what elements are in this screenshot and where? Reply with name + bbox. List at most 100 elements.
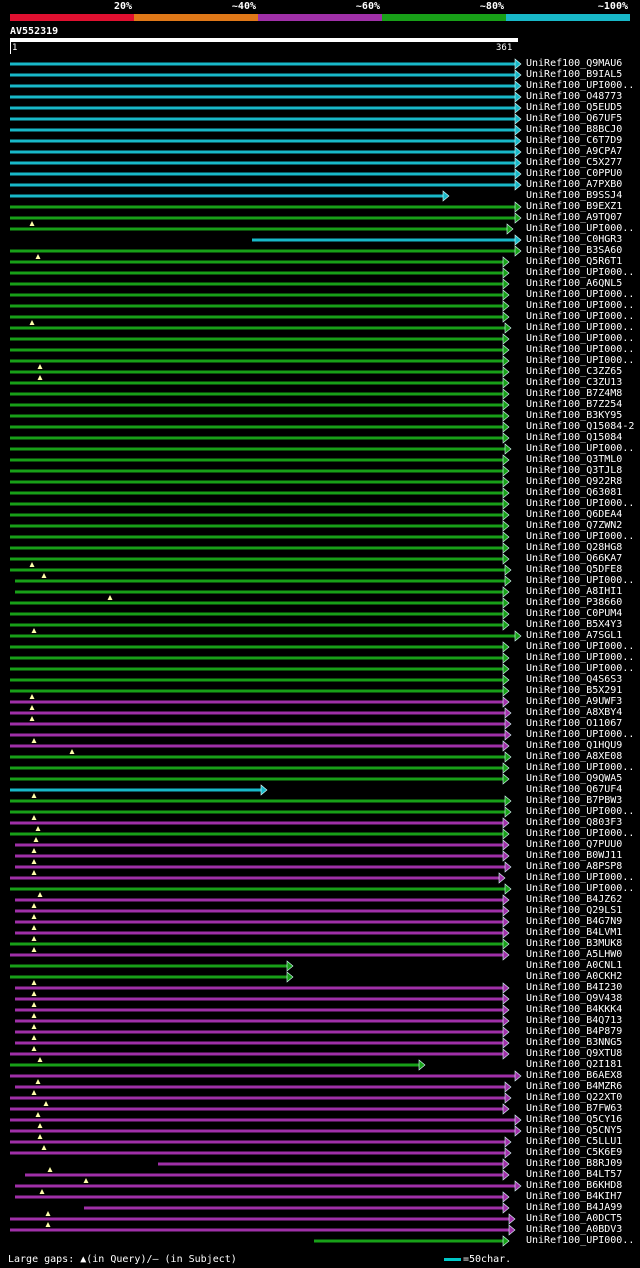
hit-row[interactable] <box>10 333 510 345</box>
hit-row[interactable] <box>10 254 510 268</box>
hit-label[interactable]: UniRef100_B6KHD8 <box>526 1180 622 1191</box>
hit-row[interactable] <box>10 80 522 92</box>
hit-label[interactable]: UniRef100_UPI000.. <box>526 652 634 663</box>
hit-row[interactable] <box>10 179 522 191</box>
hit-row[interactable] <box>10 619 510 631</box>
hit-row[interactable] <box>10 960 294 972</box>
hit-row[interactable] <box>15 573 512 587</box>
hit-row[interactable] <box>10 320 512 334</box>
hit-row[interactable] <box>10 784 268 796</box>
hit-row[interactable] <box>10 113 522 125</box>
hit-label[interactable]: UniRef100_Q803F3 <box>526 817 622 828</box>
hit-label[interactable]: UniRef100_Q22XT0 <box>526 1092 622 1103</box>
hit-row[interactable] <box>10 1211 516 1225</box>
hit-label[interactable]: UniRef100_C6T7D9 <box>526 135 622 146</box>
hit-row[interactable] <box>252 234 522 246</box>
hit-label[interactable]: UniRef100_B4P879 <box>526 1026 622 1037</box>
hit-label[interactable]: UniRef100_A5LHW0 <box>526 949 622 960</box>
hit-row[interactable] <box>10 399 510 411</box>
hit-row[interactable] <box>10 69 522 81</box>
hit-label[interactable]: UniRef100_A8IHI1 <box>526 586 622 597</box>
hit-label[interactable]: UniRef100_UPI000.. <box>526 806 634 817</box>
hit-row[interactable] <box>15 848 510 862</box>
hit-row[interactable] <box>15 903 510 917</box>
hit-label[interactable]: UniRef100_A7PXB0 <box>526 179 622 190</box>
hit-label[interactable]: UniRef100_Q66KA7 <box>526 553 622 564</box>
hit-row[interactable] <box>10 936 510 950</box>
hit-label[interactable]: UniRef100_Q3TJL8 <box>526 465 622 476</box>
hit-row[interactable] <box>10 410 510 422</box>
hit-label[interactable]: UniRef100_UPI000.. <box>526 80 634 91</box>
hit-label[interactable]: UniRef100_B4KIH7 <box>526 1191 622 1202</box>
hit-label[interactable]: UniRef100_B5X4Y3 <box>526 619 622 630</box>
hit-row[interactable] <box>10 826 510 840</box>
hit-row[interactable] <box>15 991 510 1005</box>
hit-label[interactable]: UniRef100_UPI000.. <box>526 355 634 366</box>
hit-row[interactable] <box>10 762 510 774</box>
hit-label[interactable]: UniRef100_Q29LS1 <box>526 905 622 916</box>
hit-label[interactable]: UniRef100_A6QNL5 <box>526 278 622 289</box>
hit-row[interactable] <box>10 674 510 686</box>
hit-row[interactable] <box>10 355 510 367</box>
hit-row[interactable] <box>10 421 510 433</box>
hit-label[interactable]: UniRef100_C3ZU13 <box>526 377 622 388</box>
hit-row[interactable] <box>10 454 510 466</box>
hit-row[interactable] <box>158 1158 510 1170</box>
hit-label[interactable]: UniRef100_UPI000.. <box>526 443 634 454</box>
hit-row[interactable] <box>10 608 510 620</box>
hit-row[interactable] <box>10 883 512 895</box>
hit-label[interactable]: UniRef100_B9EXZ1 <box>526 201 622 212</box>
hit-label[interactable]: UniRef100_Q9V438 <box>526 993 622 1004</box>
hit-row[interactable] <box>10 135 522 147</box>
hit-row[interactable] <box>10 443 512 455</box>
hit-row[interactable] <box>15 980 510 994</box>
hit-label[interactable]: UniRef100_B4JA99 <box>526 1202 622 1213</box>
hit-row[interactable] <box>15 914 510 928</box>
hit-label[interactable]: UniRef100_UPI000.. <box>526 729 634 740</box>
hit-label[interactable]: UniRef100_Q9QWA5 <box>526 773 622 784</box>
hit-label[interactable]: UniRef100_B9IAL5 <box>526 69 622 80</box>
hit-label[interactable]: UniRef100_Q15084-2 <box>526 421 634 432</box>
hit-label[interactable]: UniRef100_UPI000.. <box>526 1235 634 1246</box>
hit-label[interactable]: UniRef100_O11067 <box>526 718 622 729</box>
hit-row[interactable] <box>10 685 510 697</box>
hit-row[interactable] <box>10 487 510 499</box>
hit-label[interactable]: UniRef100_C5K6E9 <box>526 1147 622 1158</box>
hit-label[interactable]: UniRef100_Q7ZWN2 <box>526 520 622 531</box>
hit-label[interactable]: UniRef100_B9SSJ4 <box>526 190 622 201</box>
hit-label[interactable]: UniRef100_UPI000.. <box>526 498 634 509</box>
hit-row[interactable] <box>10 190 450 202</box>
hit-row[interactable] <box>10 146 522 158</box>
hit-label[interactable]: UniRef100_B4KKK4 <box>526 1004 622 1015</box>
hit-row[interactable] <box>10 641 510 653</box>
hit-row[interactable] <box>10 773 510 785</box>
hit-row[interactable] <box>10 531 510 543</box>
hit-row[interactable] <box>10 716 512 730</box>
hit-row[interactable] <box>15 586 510 598</box>
hit-label[interactable]: UniRef100_UPI000.. <box>526 872 634 883</box>
hit-row[interactable] <box>10 520 510 532</box>
hit-row[interactable] <box>10 311 510 323</box>
hit-label[interactable]: UniRef100_A0CKH2 <box>526 971 622 982</box>
hit-label[interactable]: UniRef100_B3NNG5 <box>526 1037 622 1048</box>
hit-row[interactable] <box>10 375 510 389</box>
hit-row[interactable] <box>314 1235 510 1247</box>
hit-label[interactable]: UniRef100_C0HGR3 <box>526 234 622 245</box>
hit-row[interactable] <box>10 705 512 719</box>
hit-label[interactable]: UniRef100_A9UWF3 <box>526 696 622 707</box>
hit-row[interactable] <box>10 300 510 312</box>
hit-label[interactable]: UniRef100_B8BCJ0 <box>526 124 622 135</box>
hit-label[interactable]: UniRef100_B4Q713 <box>526 1015 622 1026</box>
hit-row[interactable] <box>10 157 522 169</box>
hit-label[interactable]: UniRef100_B4LVM1 <box>526 927 622 938</box>
hit-label[interactable]: UniRef100_UPI000.. <box>526 267 634 278</box>
hit-label[interactable]: UniRef100_UPI000.. <box>526 223 634 234</box>
hit-row[interactable] <box>10 388 510 400</box>
hit-row[interactable] <box>10 652 510 664</box>
hit-row[interactable] <box>15 892 510 906</box>
hit-label[interactable]: UniRef100_UPI000.. <box>526 289 634 300</box>
hit-label[interactable]: UniRef100_UPI000.. <box>526 300 634 311</box>
hit-label[interactable]: UniRef100_B3MUK8 <box>526 938 622 949</box>
hit-label[interactable]: UniRef100_Q67UF4 <box>526 784 622 795</box>
hit-row[interactable] <box>10 947 510 961</box>
